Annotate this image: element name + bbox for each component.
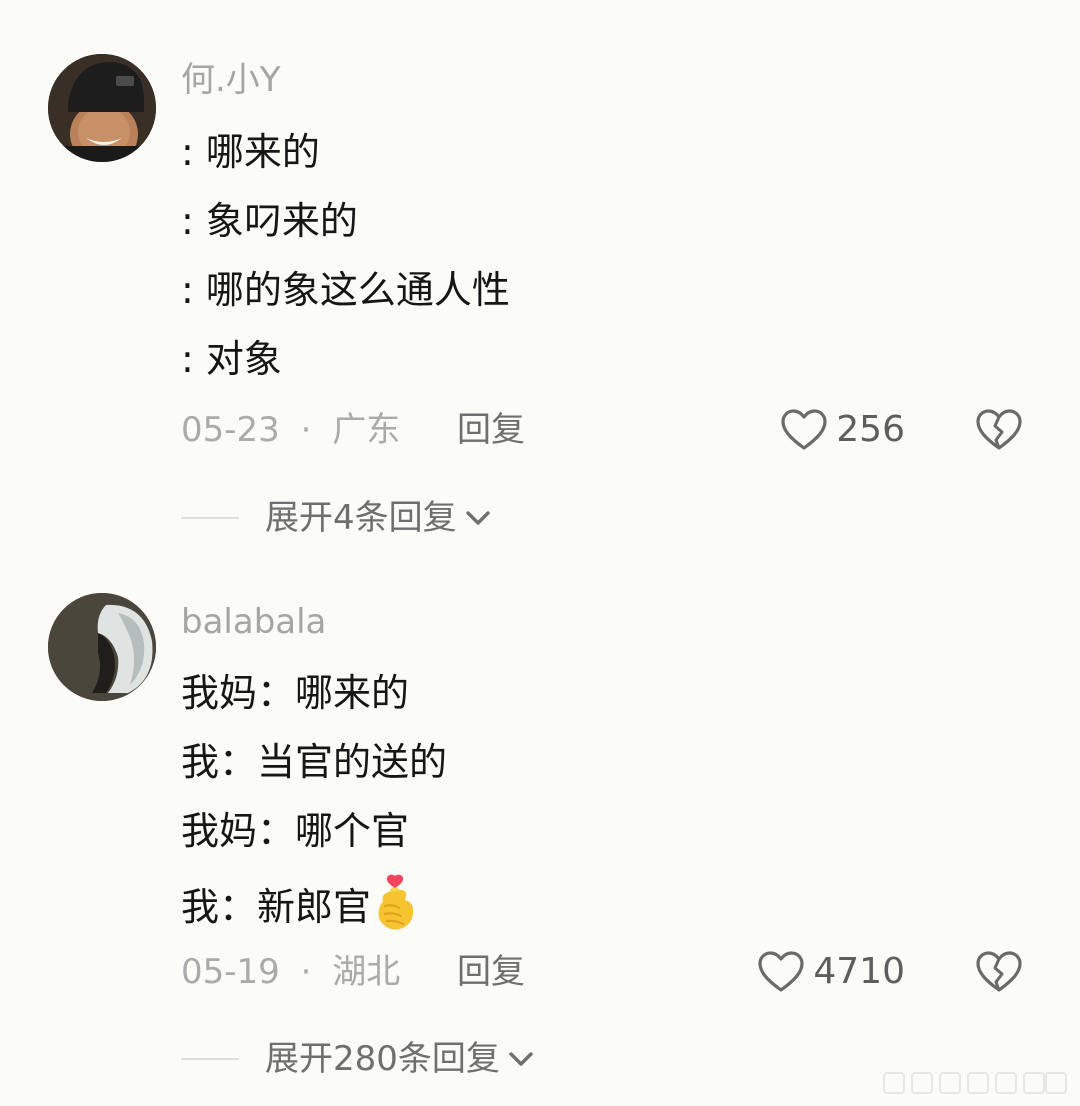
comment-text: : 哪来的 : 象叼来的 : 哪的象这么通人性 : 对象 [181, 126, 510, 402]
comment-meta: 05-19 · 湖北 回复 [181, 948, 525, 996]
broken-heart-icon [976, 409, 1022, 450]
username[interactable]: 何.小Y [181, 60, 281, 100]
divider [181, 1058, 239, 1060]
comment-date: 05-23 [181, 410, 280, 450]
comment-line: 我：新郎官 [181, 885, 372, 929]
expand-replies-label: 展开4条回复 [265, 498, 457, 538]
like-button[interactable]: 4710 [757, 948, 905, 996]
comment-line-with-emoji: 我：新郎官 [181, 874, 447, 943]
avatar-image [48, 54, 156, 162]
comment-location: 广东 [332, 410, 401, 450]
dislike-button[interactable] [975, 950, 1023, 994]
divider [181, 517, 239, 519]
user-avatar[interactable] [48, 593, 156, 701]
meta-separator: · [300, 952, 312, 992]
reply-button[interactable]: 回复 [457, 948, 525, 996]
comment-line: : 哪的象这么通人性 [181, 268, 510, 312]
comment-card: balabala 我妈：哪来的 我：当官的送的 我妈：哪个官 我：新郎官 05-… [0, 590, 1080, 1106]
finger-heart-emoji [378, 874, 414, 930]
comment-meta: 05-23 · 广东 回复 [181, 406, 525, 454]
expand-replies-label: 展开280条回复 [265, 1039, 500, 1079]
heart-outline-icon [758, 951, 804, 992]
like-count: 256 [836, 409, 905, 450]
meta-separator: · [300, 410, 312, 450]
comment-line: : 象叼来的 [181, 199, 358, 243]
comment-line: : 对象 [181, 337, 282, 381]
expand-replies-button[interactable]: 展开4条回复 [181, 495, 493, 541]
comment-text: 我妈：哪来的 我：当官的送的 我妈：哪个官 我：新郎官 [181, 667, 447, 943]
reply-button[interactable]: 回复 [457, 406, 525, 454]
heart-outline-icon [781, 409, 827, 450]
chevron-down-icon [465, 511, 490, 525]
watermark-logo [883, 1072, 1067, 1094]
username[interactable]: balabala [181, 602, 326, 642]
comment-line: 我：当官的送的 [181, 740, 448, 784]
chevron-down-icon [509, 1052, 533, 1066]
user-avatar[interactable] [48, 54, 156, 162]
comment-location: 湖北 [332, 952, 401, 992]
like-count: 4710 [813, 951, 905, 992]
dislike-button[interactable] [975, 408, 1023, 452]
comment-line: : 哪来的 [181, 130, 320, 174]
comment-card: 何.小Y : 哪来的 : 象叼来的 : 哪的象这么通人性 : 对象 05-23 … [0, 0, 1080, 560]
avatar-image [48, 593, 156, 701]
comment-line: 我妈：哪个官 [181, 809, 410, 853]
comment-line: 我妈：哪来的 [181, 671, 410, 715]
like-button[interactable]: 256 [780, 406, 905, 454]
broken-heart-icon [976, 951, 1022, 992]
comment-date: 05-19 [181, 952, 280, 992]
expand-replies-button[interactable]: 展开280条回复 [181, 1036, 536, 1082]
